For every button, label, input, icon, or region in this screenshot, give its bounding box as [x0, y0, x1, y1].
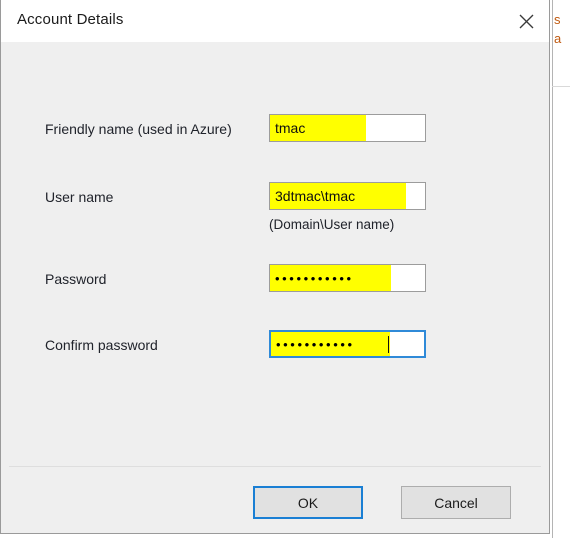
user-name-value: 3dtmac\tmac	[275, 188, 356, 204]
dialog-titlebar: Account Details	[1, 0, 549, 43]
account-details-dialog: Account Details Friendly name (used in A…	[0, 0, 550, 534]
label-user-name: User name	[45, 189, 114, 205]
dialog-title: Account Details	[17, 11, 124, 28]
background-window-border	[552, 0, 553, 538]
field-row-friendly-name: Friendly name (used in Azure) tmac	[1, 114, 549, 144]
footer-separator	[9, 466, 541, 467]
close-button[interactable]	[503, 0, 549, 42]
background-window: s a	[552, 0, 570, 538]
confirm-password-value: •••••••••••	[276, 336, 355, 352]
dialog-client-area: Friendly name (used in Azure) tmac User …	[1, 42, 549, 533]
password-input[interactable]: •••••••••••	[269, 264, 426, 292]
label-confirm-password: Confirm password	[45, 337, 158, 353]
background-text-fragment-1: s	[554, 12, 561, 27]
user-name-input[interactable]: 3dtmac\tmac	[269, 182, 426, 210]
field-row-password: Password •••••••••••	[1, 264, 549, 294]
cancel-button[interactable]: Cancel	[401, 486, 511, 519]
field-row-user-name: User name 3dtmac\tmac	[1, 182, 549, 212]
text-caret	[388, 336, 389, 353]
label-password: Password	[45, 271, 107, 287]
confirm-password-input[interactable]: •••••••••••	[269, 330, 426, 358]
background-window-rule	[552, 86, 570, 87]
ok-button[interactable]: OK	[253, 486, 363, 519]
close-icon	[519, 14, 534, 29]
background-text-fragment-2: a	[554, 31, 562, 46]
user-name-hint: (Domain\User name)	[269, 217, 395, 232]
friendly-name-input[interactable]: tmac	[269, 114, 426, 142]
field-row-confirm-password: Confirm password •••••••••••	[1, 330, 549, 360]
label-friendly-name: Friendly name (used in Azure)	[45, 121, 232, 137]
password-value: •••••••••••	[275, 270, 354, 286]
friendly-name-value: tmac	[275, 120, 306, 136]
